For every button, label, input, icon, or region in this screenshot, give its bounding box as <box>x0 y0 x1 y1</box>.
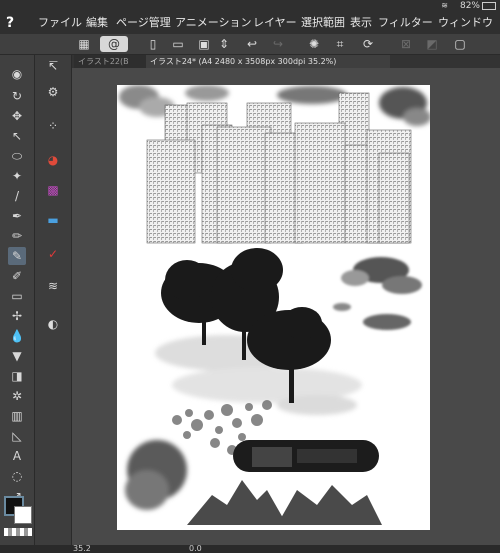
pen-icon[interactable]: ✒ <box>8 207 26 225</box>
menu-view[interactable]: 表示 <box>350 14 372 32</box>
tab-bar: イラスト22(B イラスト24* (A4 2480 x 3508px 300dp… <box>72 55 500 68</box>
undo-icon[interactable]: ↩ <box>244 36 260 52</box>
menu-window[interactable]: ウィンドウ <box>438 14 493 32</box>
fill-icon[interactable]: ◩ <box>424 36 440 52</box>
canvas-page[interactable] <box>117 85 431 530</box>
crop-icon[interactable]: ⊠ <box>398 36 414 52</box>
smoke <box>125 440 187 510</box>
tab-illust22[interactable]: イラスト22(B <box>74 55 148 68</box>
text-icon[interactable]: A <box>8 447 26 465</box>
mountains <box>187 480 382 525</box>
command-bar: ▦ @ ▯ ▭ ▣ ⇕ ↩ ↪ ✺ ⌗ ⟳ ⊠ ◩ ▢ <box>0 34 500 55</box>
brush-icon[interactable]: ✎ <box>8 247 26 265</box>
transform-icon[interactable]: ⌗ <box>332 36 348 52</box>
zoom-icon[interactable]: ◉ <box>8 65 26 83</box>
texture-band <box>233 440 379 472</box>
auto-select-icon[interactable]: ✦ <box>8 167 26 185</box>
clip-studio-icon[interactable]: @ <box>100 36 128 52</box>
app-logo-icon[interactable]: ? <box>6 14 24 32</box>
tab-label: イラスト24* (A4 2480 x 3508px 300dpi 35.2%) <box>150 57 337 66</box>
buildings <box>146 92 412 244</box>
ruler-icon[interactable]: ◺ <box>8 427 26 445</box>
menu-selection[interactable]: 選択範囲 <box>301 14 345 32</box>
background-color-swatch[interactable] <box>14 506 32 524</box>
bottom-bar: 35.2 0.0 <box>0 544 500 553</box>
balloon-icon[interactable]: ◌ <box>8 467 26 485</box>
color-history-icon[interactable]: ✓ <box>44 245 62 263</box>
new-file-icon[interactable]: ▯ <box>145 36 161 52</box>
subtool-settings-icon[interactable]: ↸ <box>44 57 62 75</box>
grid-icon[interactable]: ▦ <box>76 36 92 52</box>
sub-tool-palette: ↸ ⚙ ⁘ ◕ ▩ ▬ ✓ ≋ ◐ <box>35 55 72 545</box>
select-icon[interactable]: ▢ <box>452 36 468 52</box>
menu-bar: ? ファイル 編集 ページ管理 アニメーション レイヤー 選択範囲 表示 フィル… <box>0 0 500 34</box>
material-icon[interactable]: ◐ <box>44 315 62 333</box>
figure-icon[interactable]: ✲ <box>8 387 26 405</box>
rotate-icon[interactable]: ⟳ <box>360 36 376 52</box>
menu-file[interactable]: ファイル <box>38 14 82 32</box>
gradient-icon[interactable]: ◨ <box>8 367 26 385</box>
operation-icon[interactable]: ↖ <box>8 127 26 145</box>
fill-bucket-icon[interactable]: ▼ <box>8 347 26 365</box>
layer-icon[interactable]: ≋ <box>44 277 62 295</box>
rotation-angle[interactable]: 0.0 <box>189 544 202 553</box>
tool-palette: ◉ ↻ ✥ ↖ ⬭ ✦ / ✒ ✏ ✎ ✐ ▭ ✢ 💧 ▼ ◨ ✲ ▥ ◺ A … <box>0 55 35 545</box>
intermediate-color-icon[interactable]: ▬ <box>44 211 62 229</box>
up-down-icon[interactable]: ⇕ <box>216 36 232 52</box>
airbrush-icon[interactable]: ✐ <box>8 267 26 285</box>
menu-page[interactable]: ページ管理 <box>116 14 171 32</box>
menu-animation[interactable]: アニメーション <box>175 14 252 32</box>
battery-level: 82% <box>459 1 480 11</box>
transparent-color-swatch[interactable] <box>4 528 32 536</box>
decoration-icon[interactable]: ✢ <box>8 307 26 325</box>
tool-property-icon[interactable]: ⚙ <box>44 83 62 101</box>
open-folder-icon[interactable]: ▭ <box>170 36 186 52</box>
artwork <box>119 85 431 525</box>
menu-layer[interactable]: レイヤー <box>253 14 297 32</box>
color-wheel-icon[interactable]: ◕ <box>44 151 62 169</box>
redo-icon[interactable]: ↪ <box>270 36 286 52</box>
frame-icon[interactable]: ▥ <box>8 407 26 425</box>
zoom-value[interactable]: 35.2 <box>73 544 91 553</box>
lasso-icon[interactable]: ⬭ <box>8 147 26 165</box>
battery-icon <box>482 2 496 10</box>
tab-illust24[interactable]: イラスト24* (A4 2480 x 3508px 300dpi 35.2%) <box>146 55 390 68</box>
brush-size-icon[interactable]: ⁘ <box>44 117 62 135</box>
save-icon[interactable]: ▣ <box>196 36 212 52</box>
loading-icon[interactable]: ✺ <box>306 36 322 52</box>
menu-edit[interactable]: 編集 <box>86 14 108 32</box>
menu-filter[interactable]: フィルター <box>378 14 433 32</box>
clouds-right <box>333 257 422 330</box>
blend-icon[interactable]: 💧 <box>8 327 26 345</box>
color-set-icon[interactable]: ▩ <box>44 181 62 199</box>
rotate-view-icon[interactable]: ↻ <box>8 87 26 105</box>
wifi-icon: ≋ <box>441 1 448 10</box>
eraser-icon[interactable]: ▭ <box>8 287 26 305</box>
pencil-icon[interactable]: ✏ <box>8 227 26 245</box>
move-icon[interactable]: ✥ <box>8 107 26 125</box>
tab-label: イラスト22(B <box>78 57 129 66</box>
eyedropper-icon[interactable]: / <box>8 187 26 205</box>
